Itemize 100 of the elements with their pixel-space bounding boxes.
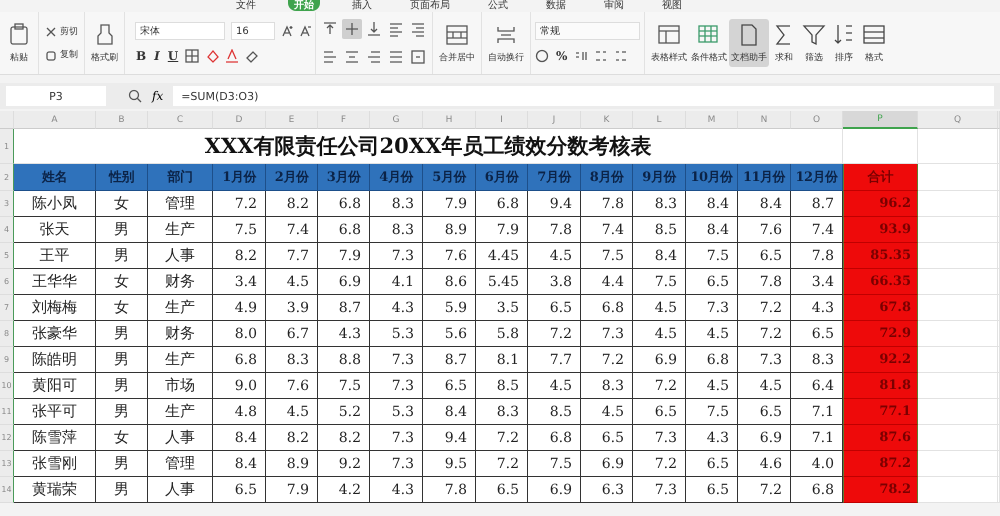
table-cell: 8.7 — [423, 347, 476, 373]
table-cell: 4.5 — [528, 373, 581, 399]
table-cell: 4.6 — [738, 451, 791, 477]
table-cell: 生产 — [148, 217, 213, 243]
table-cell: 8.4 — [633, 243, 686, 269]
ribbon-button[interactable]: 格式刷 — [89, 19, 120, 67]
table-cell: 6.5 — [213, 477, 266, 503]
table-cell: 9.4 — [528, 191, 581, 217]
function-button[interactable]: fx — [152, 89, 164, 103]
table-cell: 5.45 — [476, 269, 528, 295]
column-header[interactable]: O — [791, 111, 843, 129]
font-name-field[interactable]: 宋体 — [135, 22, 225, 40]
table-cell: 女 — [96, 425, 148, 451]
table-cell: 3.9 — [266, 295, 318, 321]
column-header[interactable]: L — [633, 111, 686, 129]
ribbon-button[interactable]: 格式 — [859, 19, 889, 67]
ribbon-button[interactable]: 自动换行 — [486, 19, 526, 67]
column-heading: 姓名 — [14, 164, 96, 191]
table-cell: 6.9 — [528, 477, 581, 503]
ribbon-button[interactable]: 表格样式 — [649, 19, 689, 67]
row-header[interactable]: 2 — [0, 164, 14, 191]
menu-tab[interactable]: 插入 — [346, 0, 378, 11]
number-format-field[interactable]: 常规 — [535, 22, 640, 40]
row-header[interactable]: 14 — [0, 477, 14, 503]
table-cell: 8.1 — [476, 347, 528, 373]
column-heading: 12月份 — [791, 164, 843, 191]
menu-tab[interactable]: 视图 — [656, 0, 688, 11]
ribbon-button[interactable]: 文档助手 — [729, 19, 769, 67]
table-cell: 7.2 — [738, 321, 791, 347]
table-cell: 张雪刚 — [14, 451, 96, 477]
ribbon-button[interactable]: 复制 — [43, 47, 80, 62]
row-header[interactable]: 12 — [0, 425, 14, 451]
format-button[interactable]: I — [153, 48, 161, 64]
name-box[interactable]: P3 — [6, 86, 106, 106]
table-cell: 7.9 — [476, 217, 528, 243]
column-header[interactable]: G — [370, 111, 423, 129]
column-header[interactable]: A — [14, 111, 96, 129]
ribbon-button[interactable]: 条件格式 — [689, 19, 729, 67]
column-header[interactable]: C — [148, 111, 213, 129]
table-cell: 7.5 — [633, 269, 686, 295]
table-cell: 7.3 — [686, 295, 738, 321]
column-heading: 7月份 — [528, 164, 581, 191]
table-cell: 6.8 — [318, 217, 370, 243]
row-header[interactable]: 11 — [0, 399, 14, 425]
scissors-icon — [45, 26, 57, 38]
percent-button[interactable]: % — [555, 48, 568, 64]
column-header[interactable]: F — [318, 111, 370, 129]
row-header[interactable]: 13 — [0, 451, 14, 477]
table-cell: 6.8 — [318, 191, 370, 217]
column-header[interactable]: K — [581, 111, 633, 129]
total-cell: 67.8 — [843, 295, 918, 321]
row-header[interactable]: 10 — [0, 373, 14, 399]
ribbon-button[interactable]: 筛选 — [799, 19, 829, 67]
row-header[interactable]: 6 — [0, 269, 14, 295]
table-cell: 8.2 — [318, 425, 370, 451]
table-cell: 女 — [96, 269, 148, 295]
table-cell: 4.45 — [476, 243, 528, 269]
table-cell: 7.5 — [686, 399, 738, 425]
column-header[interactable]: I — [476, 111, 528, 129]
ribbon-button[interactable]: 求和 — [769, 19, 799, 67]
column-header[interactable]: M — [686, 111, 738, 129]
menu-tab[interactable]: 公式 — [482, 0, 514, 11]
menu-tab[interactable]: 开始 — [288, 0, 320, 11]
row-header[interactable]: 3 — [0, 191, 14, 217]
menu-tab[interactable]: 页面布局 — [404, 0, 456, 11]
formula-field[interactable]: =SUM(D3:O3) — [173, 86, 994, 106]
table-cell: 6.8 — [528, 425, 581, 451]
menu-tab[interactable]: 数据 — [540, 0, 572, 11]
table-cell: 7.4 — [581, 217, 633, 243]
column-header[interactable]: P — [843, 111, 918, 129]
column-heading: 10月份 — [686, 164, 738, 191]
row-header[interactable]: 4 — [0, 217, 14, 243]
column-header[interactable]: B — [96, 111, 148, 129]
table-cell: 生产 — [148, 295, 213, 321]
column-heading: 1月份 — [213, 164, 266, 191]
ribbon-button[interactable]: 排序 — [829, 19, 859, 67]
column-header[interactable]: N — [738, 111, 791, 129]
column-header[interactable]: D — [213, 111, 266, 129]
row-header[interactable]: 7 — [0, 295, 14, 321]
ribbon-button[interactable]: 合并居中 — [437, 19, 477, 67]
column-header[interactable]: J — [528, 111, 581, 129]
column-header[interactable]: Q — [918, 111, 998, 129]
ribbon-button[interactable]: 剪切 — [43, 24, 80, 39]
row-header[interactable]: 8 — [0, 321, 14, 347]
font-size-field[interactable]: 16 — [231, 22, 275, 40]
table-cell: 人事 — [148, 477, 213, 503]
table-cell: 8.7 — [318, 295, 370, 321]
column-header[interactable]: H — [423, 111, 476, 129]
column-heading: 11月份 — [738, 164, 791, 191]
ribbon-button[interactable]: 粘贴 — [4, 19, 34, 67]
table-cell: 6.3 — [581, 477, 633, 503]
column-header[interactable]: E — [266, 111, 318, 129]
format-button[interactable]: B — [135, 48, 148, 64]
table-cell: 7.9 — [423, 191, 476, 217]
row-header[interactable]: 1 — [0, 129, 14, 164]
align-button[interactable] — [342, 19, 362, 39]
table-cell: 7.2 — [213, 191, 266, 217]
row-header[interactable]: 5 — [0, 243, 14, 269]
format-button[interactable]: U — [166, 48, 180, 64]
row-header[interactable]: 9 — [0, 347, 14, 373]
